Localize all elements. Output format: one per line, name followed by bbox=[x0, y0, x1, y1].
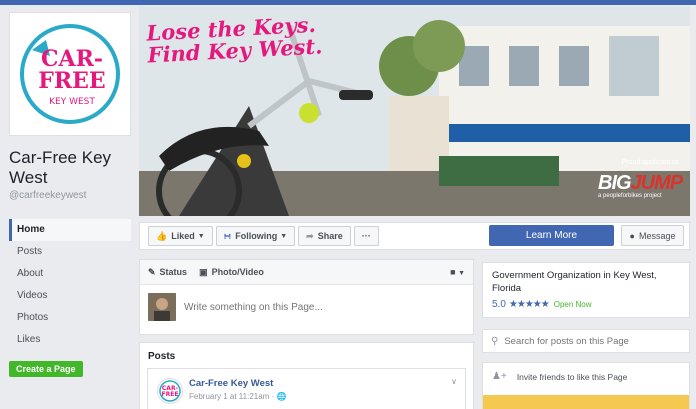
post-author-name[interactable]: Car-Free Key West bbox=[189, 378, 273, 389]
avatar[interactable] bbox=[148, 293, 176, 321]
status-label: Status bbox=[159, 267, 188, 277]
message-label: Message bbox=[638, 230, 676, 241]
invite-banner bbox=[483, 395, 689, 409]
search-icon: ⚲ bbox=[491, 335, 499, 347]
left-column: CAR- FREE KEY WEST Car-Free Key West @ca… bbox=[9, 12, 131, 377]
page-post-search: ⚲ bbox=[482, 329, 690, 353]
nav-item-about[interactable]: About bbox=[9, 263, 131, 285]
post-timestamp[interactable]: February 1 at 11:21am · 🌐 bbox=[189, 392, 286, 401]
chevron-down-icon: ▼ bbox=[458, 270, 465, 277]
thumbs-up-icon: 👍 bbox=[156, 230, 168, 241]
nav-item-posts[interactable]: Posts bbox=[9, 241, 131, 263]
page-category: Government Organization in Key West, Flo… bbox=[492, 270, 657, 294]
cover-headline: Lose the Keys. Find Key West. bbox=[146, 12, 323, 68]
following-label: Following bbox=[235, 231, 278, 241]
applicant-note: Proud applicant to bbox=[621, 159, 678, 166]
nav-item-home[interactable]: Home bbox=[9, 219, 131, 241]
svg-text:FREE: FREE bbox=[162, 391, 179, 398]
more-options-button[interactable]: ··· bbox=[353, 226, 379, 246]
nav-item-videos[interactable]: Videos bbox=[9, 285, 131, 307]
learn-more-button[interactable]: Learn More bbox=[489, 225, 614, 246]
page-title[interactable]: Car-Free Key West bbox=[9, 148, 131, 188]
nav-item-photos[interactable]: Photos bbox=[9, 307, 131, 329]
rating-stars: ★★★★★ bbox=[508, 299, 550, 310]
svg-text:FREE: FREE bbox=[38, 68, 105, 94]
message-button[interactable]: ● Message bbox=[621, 225, 684, 246]
message-icon: ● bbox=[629, 230, 635, 241]
top-bar bbox=[0, 0, 696, 5]
share-arrow-icon: ➦ bbox=[306, 230, 314, 241]
page-nav: Home Posts About Videos Photos Likes bbox=[9, 219, 131, 351]
create-page-button[interactable]: Create a Page bbox=[9, 361, 83, 377]
photo-icon: ▣ bbox=[199, 266, 208, 277]
posts-title: Posts bbox=[148, 351, 176, 362]
post-time-text: February 1 at 11:21am · bbox=[189, 392, 277, 401]
svg-text:KEY WEST: KEY WEST bbox=[49, 97, 95, 107]
posts-section: Posts CAR- FREE Car-Free Key West Februa… bbox=[139, 342, 474, 409]
post-composer: ✎ Status ▣ Photo/Video ■ ▼ bbox=[139, 259, 474, 335]
nav-item-likes[interactable]: Likes bbox=[9, 329, 131, 351]
rss-icon: ∺ bbox=[223, 230, 232, 241]
car-free-key-west-logo-small: CAR- FREE bbox=[159, 380, 181, 402]
bigjump-big: BIG bbox=[598, 172, 632, 194]
share-label: Share bbox=[317, 231, 343, 241]
invite-friends-row[interactable]: ♟+ Invite friends to like this Page bbox=[483, 363, 689, 390]
add-friend-icon: ♟+ bbox=[492, 371, 507, 382]
composer-input[interactable] bbox=[184, 301, 434, 313]
bigjump-logo: BIGJUMP a peopleforbikes project bbox=[598, 172, 686, 199]
composer-body bbox=[140, 285, 473, 329]
page-handle: @carfreekeywest bbox=[9, 190, 87, 201]
pencil-icon: ✎ bbox=[148, 266, 156, 277]
tab-photo-video[interactable]: ▣ Photo/Video bbox=[199, 267, 264, 278]
liked-label: Liked bbox=[171, 231, 195, 241]
post-card: CAR- FREE Car-Free Key West February 1 a… bbox=[147, 368, 466, 409]
user-silhouette-icon: ■ bbox=[450, 267, 456, 277]
profile-picture[interactable]: CAR- FREE KEY WEST bbox=[9, 12, 131, 136]
bigjump-jump: JUMP bbox=[630, 172, 684, 194]
composer-tabs: ✎ Status ▣ Photo/Video ■ ▼ bbox=[140, 260, 473, 285]
open-status: Open Now bbox=[553, 300, 592, 309]
globe-icon: 🌐 bbox=[276, 392, 287, 401]
following-button[interactable]: ∺ Following ▼ bbox=[215, 226, 296, 246]
post-author-avatar[interactable]: CAR- FREE bbox=[157, 378, 183, 404]
avatar-image bbox=[148, 293, 176, 321]
photo-video-label: Photo/Video bbox=[211, 267, 264, 277]
chevron-down-icon: ▼ bbox=[280, 232, 288, 240]
page-info-card: Government Organization in Key West, Flo… bbox=[482, 262, 690, 318]
invite-card: ♟+ Invite friends to like this Page bbox=[482, 362, 690, 409]
post-options-chevron-icon[interactable]: ∨ bbox=[451, 377, 457, 386]
rating-value: 5.0 bbox=[492, 299, 506, 310]
car-free-key-west-logo: CAR- FREE KEY WEST bbox=[20, 24, 120, 124]
post-as-selector[interactable]: ■ ▼ bbox=[450, 267, 465, 277]
invite-label: Invite friends to like this Page bbox=[516, 371, 628, 382]
liked-button[interactable]: 👍 Liked ▼ bbox=[148, 226, 213, 246]
cover-photo[interactable]: Lose the Keys. Find Key West. Proud appl… bbox=[139, 6, 690, 216]
page-action-bar: 👍 Liked ▼ ∺ Following ▼ ➦ Share ··· Lear… bbox=[139, 222, 690, 250]
tab-status[interactable]: ✎ Status bbox=[148, 267, 187, 278]
search-input[interactable] bbox=[504, 335, 675, 347]
share-button[interactable]: ➦ Share bbox=[298, 226, 351, 246]
chevron-down-icon: ▼ bbox=[197, 232, 205, 240]
page-rating[interactable]: 5.0 ★★★★★ Open Now bbox=[492, 299, 680, 310]
